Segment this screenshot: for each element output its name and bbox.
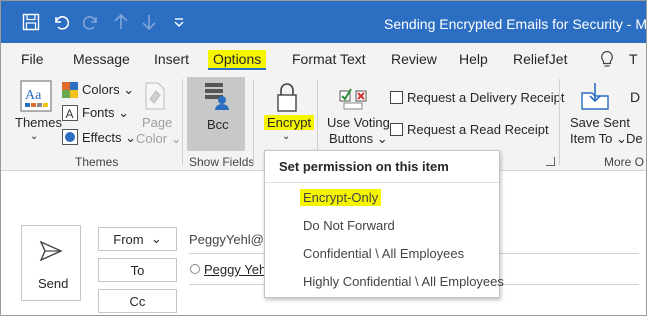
ribbon-divider	[559, 79, 560, 165]
ribbon-divider	[182, 79, 183, 165]
effects-button[interactable]: Effects ⌄	[82, 130, 136, 146]
encrypt-button[interactable]: Encrypt	[264, 115, 315, 130]
page-color-button: Color ⌄	[136, 131, 182, 146]
undo-icon[interactable]	[51, 12, 71, 32]
send-icon	[39, 240, 63, 262]
themes-icon[interactable]: Aa	[20, 80, 52, 112]
encrypt-dropdown-menu: Set permission on this item Encrypt-Only…	[264, 150, 504, 298]
menu-item-highly-confidential[interactable]: Highly Confidential \ All Employees	[303, 274, 504, 289]
menu-item-encrypt-only[interactable]: Encrypt-Only	[300, 189, 382, 206]
presence-icon	[190, 264, 200, 274]
chevron-down-icon[interactable]: ⌄	[282, 131, 290, 142]
bcc-icon	[203, 81, 231, 111]
delivery-receipt-checkbox[interactable]	[390, 91, 403, 104]
save-sent-item-button[interactable]: Item To ⌄	[570, 131, 627, 147]
colors-icon[interactable]	[62, 82, 78, 98]
tab-review[interactable]: Review	[391, 51, 437, 67]
read-receipt-checkbox[interactable]	[390, 123, 403, 136]
show-fields-group-label: Show Fields	[189, 155, 255, 169]
effects-label: Effects	[82, 130, 122, 145]
fonts-label: Fonts	[82, 105, 115, 120]
lightbulb-icon[interactable]	[599, 50, 615, 68]
colors-label: Colors	[82, 82, 120, 97]
themes-group-label: Themes	[75, 155, 119, 169]
title-bar: Sending Encrypted Emails for Security - …	[1, 1, 647, 43]
save-sent-line2: Item To	[570, 131, 613, 146]
voting-buttons-icon[interactable]	[338, 81, 368, 111]
encrypt-menu-title: Set permission on this item	[279, 159, 449, 174]
tab-format-text[interactable]: Format Text	[292, 51, 366, 67]
save-sent-line1[interactable]: Save Sent	[570, 115, 630, 130]
effects-icon[interactable]	[62, 129, 78, 145]
svg-text:A: A	[66, 107, 74, 121]
delay-delivery-partial[interactable]: D	[630, 89, 640, 105]
ribbon-divider	[253, 79, 254, 165]
fonts-button[interactable]: Fonts ⌄	[82, 105, 129, 121]
themes-button-label[interactable]: Themes	[15, 115, 62, 130]
outlook-message-window: Sending Encrypted Emails for Security - …	[0, 0, 647, 316]
bcc-label: Bcc	[207, 117, 229, 132]
tab-file[interactable]: File	[21, 51, 44, 67]
tab-options[interactable]: Options	[208, 50, 267, 70]
page-color-line1: Page	[142, 115, 173, 130]
save-sent-item-icon[interactable]	[580, 81, 610, 111]
ribbon-tabs: File Message Insert Options Format Text …	[1, 43, 646, 75]
more-options-group-label: More O	[604, 155, 645, 169]
send-label: Send	[38, 276, 69, 291]
window-title: Sending Encrypted Emails for Security - …	[384, 16, 647, 32]
menu-item-confidential[interactable]: Confidential \ All Employees	[303, 246, 464, 261]
fonts-icon[interactable]: A	[62, 105, 78, 121]
to-button[interactable]: To	[98, 258, 177, 282]
to-recipient[interactable]: Peggy Yehl	[204, 262, 269, 277]
tab-help[interactable]: Help	[459, 51, 488, 67]
delivery-receipt-label[interactable]: Request a Delivery Receipt	[407, 90, 565, 105]
voting-buttons-button[interactable]: Buttons ⌄	[329, 131, 388, 147]
from-button[interactable]: From ⌄	[98, 227, 177, 251]
save-icon[interactable]	[21, 12, 41, 32]
send-button[interactable]: Send	[21, 225, 81, 301]
customize-toolbar-icon[interactable]	[169, 12, 189, 32]
voting-line2: Buttons	[329, 131, 374, 146]
menu-item-do-not-forward[interactable]: Do Not Forward	[303, 218, 395, 233]
voting-line1[interactable]: Use Voting	[327, 115, 390, 130]
direct-replies-partial[interactable]: De	[626, 131, 643, 146]
read-receipt-label[interactable]: Request a Read Receipt	[407, 122, 549, 137]
down-arrow-icon[interactable]	[139, 12, 159, 32]
bcc-button[interactable]: Bcc	[187, 77, 245, 151]
svg-text:Aa: Aa	[25, 88, 42, 103]
from-label: From	[113, 231, 144, 247]
lock-icon[interactable]	[275, 81, 299, 113]
cc-button[interactable]: Cc	[98, 289, 177, 313]
colors-button[interactable]: Colors ⌄	[82, 82, 134, 98]
menu-separator	[265, 182, 499, 183]
tab-insert[interactable]: Insert	[154, 51, 189, 67]
page-color-icon[interactable]	[140, 81, 168, 111]
tab-reliefjet[interactable]: ReliefJet	[513, 51, 567, 67]
dialog-launcher-icon[interactable]	[546, 157, 555, 166]
page-color-line2: Color	[136, 131, 168, 146]
up-arrow-icon[interactable]	[111, 12, 131, 32]
chevron-down-icon[interactable]: ⌄	[30, 131, 38, 142]
redo-icon[interactable]	[81, 12, 101, 32]
tab-message[interactable]: Message	[73, 51, 130, 67]
tab-overflow-partial[interactable]: T	[629, 51, 638, 67]
